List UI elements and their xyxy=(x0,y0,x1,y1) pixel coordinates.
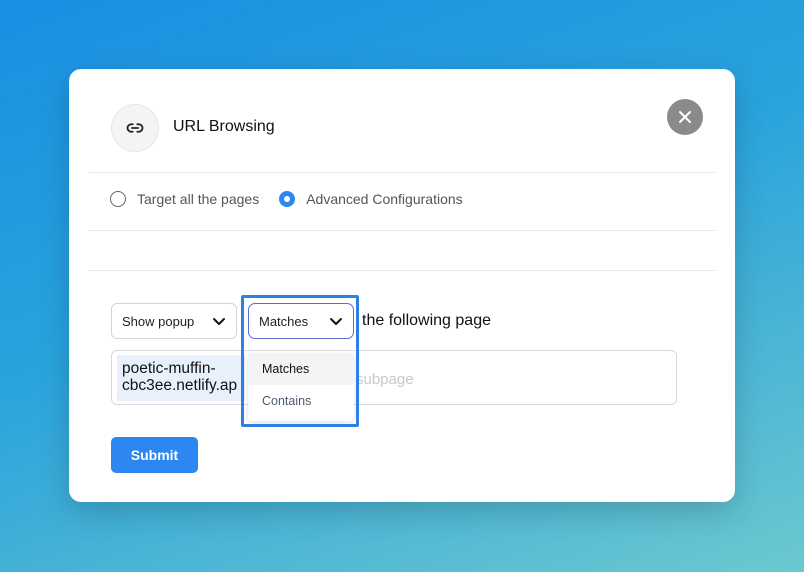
submit-button[interactable]: Submit xyxy=(111,437,198,473)
modal-title: URL Browsing xyxy=(173,118,275,135)
link-icon-badge xyxy=(111,104,159,152)
url-input[interactable]: poetic-muffin- cbc3ee.netlify.ap subpage xyxy=(111,350,677,405)
close-icon xyxy=(679,111,691,123)
divider xyxy=(89,230,715,231)
subpage-placeholder: subpage xyxy=(356,371,414,388)
action-select[interactable]: Show popup xyxy=(111,303,237,339)
url-browsing-modal: URL Browsing Target all the pages Advanc… xyxy=(69,69,735,502)
radio-label: Target all the pages xyxy=(137,191,260,207)
radio-label: Advanced Configurations xyxy=(306,191,463,207)
domain-line-2: cbc3ee.netlify.ap xyxy=(122,377,238,394)
highlight-frame xyxy=(241,295,359,427)
radio-button-checked[interactable] xyxy=(279,191,296,207)
chevron-down-icon xyxy=(213,318,225,325)
close-button[interactable] xyxy=(667,99,703,135)
divider xyxy=(89,172,715,173)
domain-line-1: poetic-muffin- xyxy=(122,360,216,377)
radio-button[interactable] xyxy=(110,191,126,207)
domain-prefix: poetic-muffin- cbc3ee.netlify.ap xyxy=(117,355,245,401)
radio-advanced-configurations[interactable]: Advanced Configurations xyxy=(279,191,463,207)
radio-target-all-pages[interactable]: Target all the pages xyxy=(110,191,259,207)
link-icon xyxy=(126,123,144,133)
action-select-value: Show popup xyxy=(122,313,195,329)
divider xyxy=(89,270,715,271)
following-page-label: the following page xyxy=(362,312,491,329)
targeting-options: Target all the pages Advanced Configurat… xyxy=(110,191,483,207)
